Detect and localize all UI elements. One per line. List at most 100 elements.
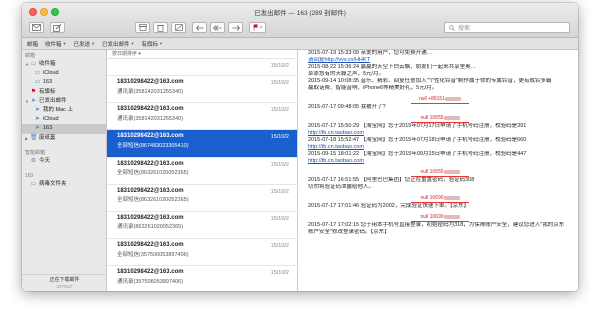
fav-label: 收件箱 <box>45 41 62 48</box>
sidebar-item-sent-on-my-mac[interactable]: ➤ 我的 Mac 上 <box>22 106 106 115</box>
message-list: 按日期排序 ▾ 15/10/2 18310298422@163.com 通讯录(… <box>107 50 298 291</box>
redacted-digits <box>443 115 460 120</box>
message-subject: 全部短信(863261020052365) <box>117 197 189 204</box>
message-line: 切勿将验证码泄露给他人。 <box>308 184 375 190</box>
reading-pane: 2015-07-19 15:33:09 亲爱的用户，您可免费开通… 请回复htt… <box>298 50 578 291</box>
message-line: 2015-09-15 18:01:22 【淘宝网】您于2015年09月15日申请… <box>308 151 527 157</box>
sender-number: null 10690 <box>420 195 444 201</box>
list-item[interactable]: 18310298422@163.com 通讯录(863261020052365)… <box>107 212 297 240</box>
list-item[interactable]: 18310298422@163.com 通讯录(357506053897406)… <box>107 266 297 291</box>
message-subject: 全部短信(867483023305410) <box>117 142 189 149</box>
message-date: 15/10/2 <box>270 270 289 277</box>
junk-icon <box>174 24 183 31</box>
chevron-down-icon: ▼ <box>62 41 67 46</box>
sidebar-item-sent-icloud[interactable]: ➤ iCloud <box>22 115 106 124</box>
delete-button[interactable] <box>153 22 168 33</box>
reply-button[interactable] <box>192 22 207 33</box>
redacted-digits <box>443 195 460 200</box>
title-toolbar: 已发出邮件 — 163 (289 封邮件) 搜索 <box>22 3 578 38</box>
mail-window: 已发出邮件 — 163 (289 封邮件) 搜索 邮箱 收件箱 ▼ 已发送 ▼ … <box>22 3 578 291</box>
sidebar-item-virus-folder[interactable]: ▭ 病毒文件夹 <box>22 180 106 189</box>
inbox-icon: ▭ <box>30 61 37 67</box>
list-item-selected[interactable]: 18310298422@163.com 全部短信(867483023305410… <box>107 130 297 158</box>
trash-icon <box>157 24 164 32</box>
message-block: 2015-07-19 15:33:09 亲爱的用户，您可免费开通… 请回复htt… <box>308 50 572 92</box>
forward-icon <box>232 24 240 31</box>
message-subject: 通讯录(358142031255340) <box>117 88 184 95</box>
favorites-bar: 邮箱 收件箱 ▼ 已发送 ▼ 已发出邮件 ▼ 有旗标 ▼ <box>22 38 578 50</box>
reply-icon <box>195 24 203 31</box>
message-line: 赢取话费、智能音响、iPhone6等精美好礼，5元/月。 <box>308 85 438 91</box>
sender-number: null +86151 <box>419 96 445 102</box>
sidebar-item-flagged[interactable]: ⚑ 有旗标 <box>22 88 106 97</box>
flag-icon <box>253 24 262 31</box>
compose-icon <box>53 23 62 32</box>
sender-header: null 10655 <box>308 114 572 122</box>
list-item[interactable]: 18310298422@163.com 全部短信(863261020052365… <box>107 158 297 185</box>
inbox-icon: ▭ <box>34 70 41 77</box>
junk-button[interactable] <box>171 22 186 33</box>
favorites-inbox[interactable]: 收件箱 ▼ <box>45 40 66 48</box>
list-item[interactable]: 18310298422@163.com 通讯录(358142031255340)… <box>107 76 297 104</box>
list-item[interactable]: 18310298422@163.com 通讯录(358142031255340)… <box>107 103 297 131</box>
message-line: 2015-07-17 16:51:55 【阿里巴巴集团】您正在重置密码，验证码3… <box>308 177 475 183</box>
sender-header: null 10655 <box>308 168 572 176</box>
favorites-sent[interactable]: 已发送 ▼ <box>74 40 95 48</box>
sent-icon: ➤ <box>30 97 37 104</box>
archive-button[interactable] <box>135 22 150 33</box>
sidebar-header-account: 163 <box>25 172 34 179</box>
favorites-sent-messages[interactable]: 已发出邮件 ▼ <box>102 40 134 48</box>
favorites-flagged[interactable]: 有旗标 ▼ <box>141 40 162 48</box>
sidebar-item-label: 163 <box>43 79 53 86</box>
gear-icon: ⚙ <box>30 157 37 164</box>
sidebar-item-label: 今天 <box>39 157 51 164</box>
message-line: 草原悠有的天籁之声，5元/月。 <box>308 71 385 77</box>
forward-button[interactable] <box>228 22 243 33</box>
search-field[interactable]: 搜索 <box>444 22 570 33</box>
message-line: 2015-07-17 17:02:15 您于用本手机号直接登录，初始密码为318… <box>308 222 565 228</box>
get-mail-button[interactable] <box>29 22 44 33</box>
chevron-down-icon: ▼ <box>130 41 135 46</box>
message-subject: 全部短信(357506053897406) <box>117 251 189 258</box>
sort-selector[interactable]: 按日期排序 ▾ <box>107 50 297 59</box>
chevron-down-icon: ▼ <box>158 41 163 46</box>
sidebar-item-trash[interactable]: ▶ 🗑 废纸篓 <box>22 134 106 143</box>
sender-header: null +86151 <box>308 95 572 103</box>
redacted-digits <box>443 169 460 174</box>
message-link[interactable]: http://tb.cn.taobao.com <box>308 158 572 165</box>
sidebar-item-label: 有旗标 <box>39 88 56 95</box>
sidebar-item-label: 163 <box>43 125 53 132</box>
fav-label: 邮箱 <box>27 41 39 48</box>
reply-all-button[interactable] <box>210 22 225 33</box>
message-link[interactable]: http://tb.cn.taobao.com <box>308 144 572 151</box>
sender-number: null 10655 <box>420 169 444 175</box>
sidebar-item-inbox-163[interactable]: ▭ 163 <box>22 78 106 87</box>
sidebar-header-smart: 智能邮箱 <box>25 149 46 156</box>
list-item[interactable]: 15/10/2 <box>107 59 297 76</box>
sidebar-item-sent-163[interactable]: ➤ 163 <box>22 124 106 134</box>
list-item[interactable]: 18310298422@163.com 全部短信(863261020052365… <box>107 185 297 212</box>
list-item[interactable]: 18310298422@163.com 全部短信(357506053897406… <box>107 239 297 267</box>
compose-button[interactable] <box>50 22 65 33</box>
sidebar-item-today[interactable]: ⚙ 今天 <box>22 157 106 166</box>
sidebar-item-inbox-icloud[interactable]: ▭ iCloud <box>22 69 106 78</box>
sidebar-item-label: 我的 Mac 上 <box>43 106 73 113</box>
sidebar-item-inbox[interactable]: ▼ ▭ 收件箱 <box>22 60 106 69</box>
sent-icon: ➤ <box>34 106 41 113</box>
redacted-digits <box>445 96 461 101</box>
message-line: 2015-08-22 15:36:24 赢赢的天空下白云飘，朋友们一起来共享里奥… <box>308 64 477 70</box>
search-placeholder: 搜索 <box>458 26 471 32</box>
sender-header: null 10690 <box>308 194 572 202</box>
favorites-mailboxes[interactable]: 邮箱 <box>27 40 38 48</box>
message-line: 2015-07-17 17:01:46 验证码为2002，完成验证快速下单。【京… <box>308 203 470 209</box>
inbox-icon: ▭ <box>34 79 41 86</box>
flag-button[interactable] <box>249 22 266 33</box>
message-link[interactable]: http://tb.cn.taobao.com <box>308 130 572 137</box>
sidebar-item-label: iCloud <box>43 70 59 77</box>
folder-icon: ▭ <box>30 180 37 187</box>
message-link[interactable]: 请回复http://vvv.cn/HHKT <box>308 57 572 64</box>
sidebar-item-label: 收件箱 <box>39 61 56 67</box>
message-date: 15/10/2 <box>270 188 289 195</box>
sidebar-item-sent[interactable]: ▼ ➤ 已发出邮件 <box>22 97 106 106</box>
redacted-digits <box>443 214 460 219</box>
